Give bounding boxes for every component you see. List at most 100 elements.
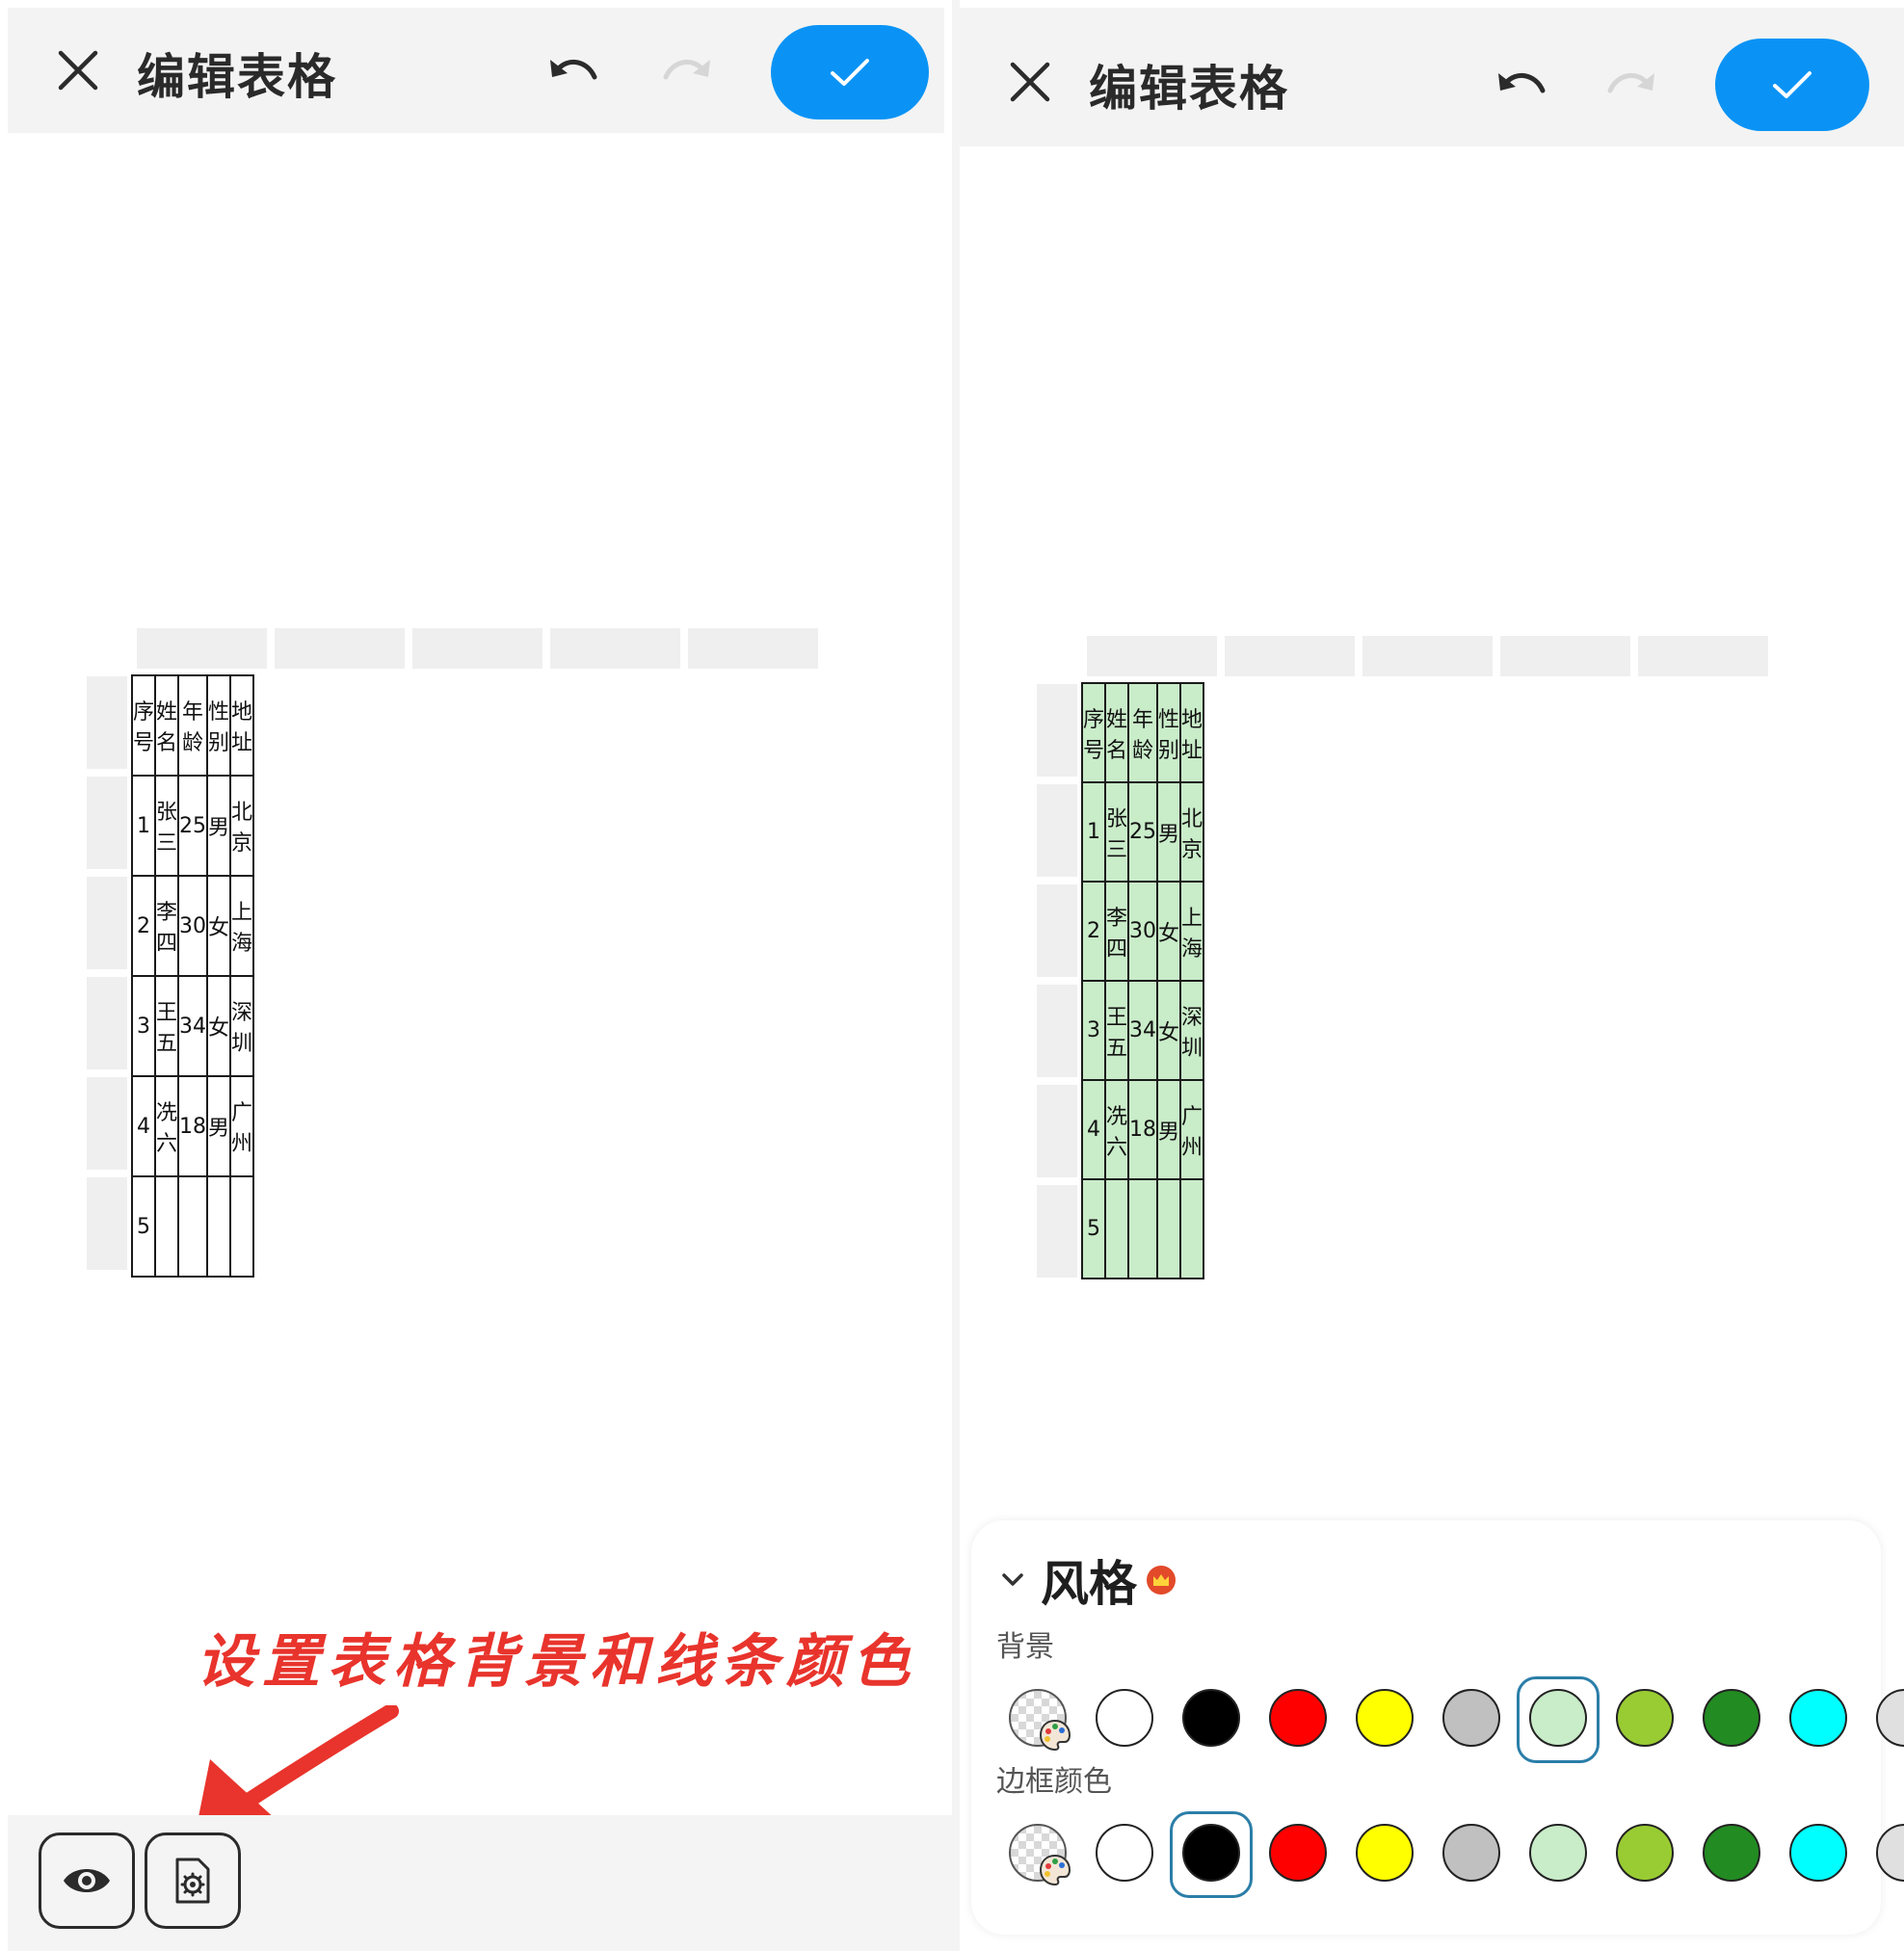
table-cell[interactable]: 年龄 (1127, 682, 1159, 783)
background-color-swatch[interactable] (1601, 1674, 1688, 1761)
close-button[interactable] (44, 37, 112, 104)
column-handle[interactable] (137, 628, 267, 669)
table-cell[interactable]: 女 (1156, 881, 1182, 982)
border-color-swatch[interactable] (994, 1809, 1081, 1896)
table-cell[interactable]: 李四 (154, 875, 180, 977)
border-color-swatch[interactable] (1515, 1809, 1601, 1896)
table-cell[interactable]: 序号 (130, 674, 157, 777)
row-handle[interactable] (87, 1077, 127, 1170)
table-cell[interactable]: 王五 (154, 975, 180, 1077)
table-cell[interactable]: 5 (130, 1175, 157, 1278)
table-cell[interactable]: 深圳 (229, 975, 255, 1077)
border-color-swatch[interactable] (1428, 1809, 1515, 1896)
table-cell[interactable]: 男 (1156, 781, 1182, 883)
table-cell[interactable]: 深圳 (1179, 980, 1205, 1081)
border-color-swatch[interactable] (1601, 1809, 1688, 1896)
table-cell[interactable]: 年龄 (177, 674, 209, 777)
table-cell[interactable] (206, 1175, 232, 1278)
table-cell[interactable]: 姓名 (154, 674, 180, 777)
table-cell[interactable]: 北京 (1179, 781, 1205, 883)
confirm-button[interactable] (771, 25, 929, 119)
table-cell[interactable]: 地址 (229, 674, 255, 777)
table-cell[interactable]: 广州 (229, 1075, 255, 1177)
row-handle[interactable] (1037, 684, 1077, 777)
table-cell[interactable]: 2 (1080, 881, 1107, 982)
style-panel-header[interactable]: 风格 (996, 1545, 1176, 1615)
table-cell[interactable]: 地址 (1179, 682, 1205, 783)
border-color-swatch[interactable] (1341, 1809, 1428, 1896)
background-color-swatch[interactable] (1428, 1674, 1515, 1761)
table-cell[interactable]: 李四 (1104, 881, 1130, 982)
background-color-swatch[interactable] (1341, 1674, 1428, 1761)
border-color-swatch[interactable] (1688, 1809, 1775, 1896)
table-cell[interactable]: 34 (1127, 980, 1159, 1081)
table-cell[interactable]: 3 (130, 975, 157, 1077)
column-handle[interactable] (412, 628, 542, 669)
background-color-swatch[interactable] (1862, 1674, 1904, 1761)
table-settings-button[interactable] (145, 1832, 241, 1929)
close-button[interactable] (996, 48, 1064, 116)
column-handle[interactable] (1087, 636, 1217, 676)
table-cell[interactable]: 王五 (1104, 980, 1130, 1081)
column-handle[interactable] (1225, 636, 1355, 676)
table-cell[interactable]: 4 (130, 1075, 157, 1177)
table-cell[interactable]: 18 (177, 1075, 209, 1177)
table-cell[interactable]: 女 (1156, 980, 1182, 1081)
row-handle[interactable] (87, 877, 127, 969)
table-cell[interactable]: 4 (1080, 1079, 1107, 1180)
table-cell[interactable]: 3 (1080, 980, 1107, 1081)
column-handle[interactable] (550, 628, 680, 669)
row-handle[interactable] (1037, 985, 1077, 1077)
table-cell[interactable]: 男 (206, 775, 232, 877)
table-cell[interactable]: 1 (130, 775, 157, 877)
preview-button[interactable] (39, 1832, 135, 1929)
column-handle[interactable] (1500, 636, 1630, 676)
table-cell[interactable]: 男 (1156, 1079, 1182, 1180)
table-cell[interactable]: 30 (1127, 881, 1159, 982)
table-cell[interactable] (1156, 1178, 1182, 1279)
table-cell[interactable]: 姓名 (1104, 682, 1130, 783)
row-handle[interactable] (87, 1177, 127, 1270)
table-cell[interactable]: 性别 (1156, 682, 1182, 783)
row-handle[interactable] (87, 676, 127, 769)
table-cell[interactable]: 性别 (206, 674, 232, 777)
undo-button[interactable] (540, 42, 607, 100)
table-cell[interactable]: 广州 (1179, 1079, 1205, 1180)
table-cell[interactable] (177, 1175, 209, 1278)
row-handle[interactable] (1037, 1185, 1077, 1278)
undo-button[interactable] (1488, 56, 1555, 114)
row-handle[interactable] (1037, 884, 1077, 977)
border-color-swatch[interactable] (1775, 1809, 1862, 1896)
row-handle[interactable] (1037, 1085, 1077, 1177)
background-color-swatch[interactable] (1515, 1674, 1601, 1763)
border-color-swatch[interactable] (1168, 1809, 1255, 1898)
confirm-button[interactable] (1715, 39, 1869, 131)
border-color-swatch[interactable] (1255, 1809, 1341, 1896)
table-cell[interactable]: 2 (130, 875, 157, 977)
table-cell[interactable]: 女 (206, 975, 232, 1077)
table-cell[interactable]: 18 (1127, 1079, 1159, 1180)
table-cell[interactable]: 冼六 (154, 1075, 180, 1177)
table-cell[interactable]: 女 (206, 875, 232, 977)
background-color-swatch[interactable] (1688, 1674, 1775, 1761)
column-handle[interactable] (1638, 636, 1768, 676)
column-handle[interactable] (275, 628, 405, 669)
table-cell[interactable] (1127, 1178, 1159, 1279)
table-cell[interactable]: 上海 (229, 875, 255, 977)
border-color-swatch[interactable] (1862, 1809, 1904, 1896)
column-handle[interactable] (688, 628, 818, 669)
table-cell[interactable]: 5 (1080, 1178, 1107, 1279)
table-cell[interactable]: 张三 (1104, 781, 1130, 883)
table-cell[interactable]: 冼六 (1104, 1079, 1130, 1180)
row-handle[interactable] (1037, 784, 1077, 877)
table-cell[interactable]: 30 (177, 875, 209, 977)
redo-button[interactable] (653, 42, 721, 100)
column-handle[interactable] (1362, 636, 1493, 676)
table-cell[interactable]: 25 (177, 775, 209, 877)
table-cell[interactable]: 北京 (229, 775, 255, 877)
border-color-swatch[interactable] (1081, 1809, 1168, 1896)
table-cell[interactable]: 34 (177, 975, 209, 1077)
background-color-swatch[interactable] (994, 1674, 1081, 1761)
row-handle[interactable] (87, 977, 127, 1069)
table-cell[interactable]: 上海 (1179, 881, 1205, 982)
